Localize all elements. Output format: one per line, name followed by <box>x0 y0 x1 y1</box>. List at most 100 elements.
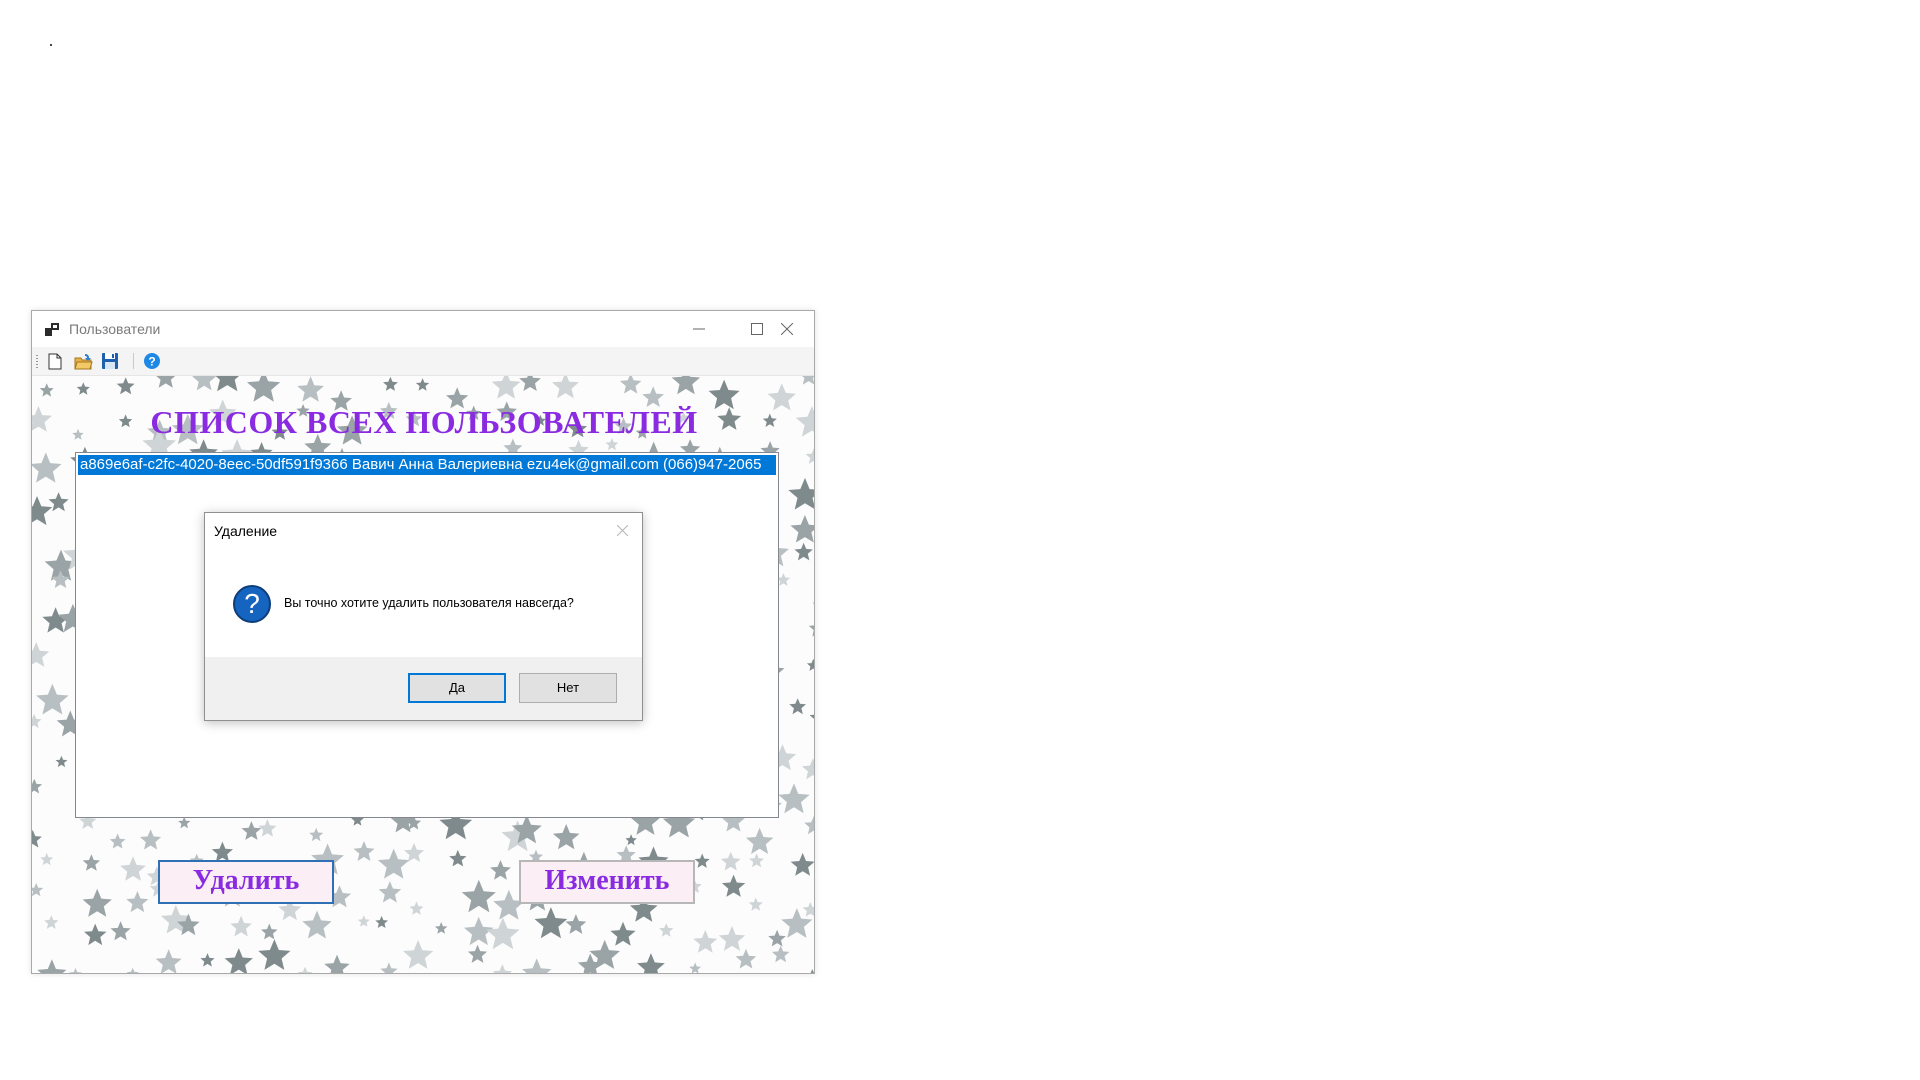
star-decoration <box>552 824 580 850</box>
star-decoration <box>403 940 434 969</box>
star-decoration <box>247 376 281 402</box>
star-decoration <box>552 376 579 399</box>
star-decoration <box>32 496 53 526</box>
star-decoration <box>302 910 332 939</box>
star-decoration <box>378 881 402 903</box>
toolbar-separator <box>133 353 134 369</box>
save-icon <box>102 353 118 369</box>
star-decoration <box>37 959 67 973</box>
star-decoration <box>808 625 814 637</box>
page-title: СПИСОК ВСЕХ ПОЛЬЗОВАТЕЛЕЙ <box>150 404 698 440</box>
star-decoration <box>309 827 324 842</box>
star-decoration <box>260 923 278 940</box>
star-decoration <box>224 948 253 973</box>
star-decoration <box>745 827 774 854</box>
star-decoration <box>32 452 62 483</box>
window-title: Пользователи <box>69 321 161 337</box>
star-decoration <box>812 602 814 604</box>
dialog-message: Вы точно хотите удалить пользователя нав… <box>284 596 574 610</box>
star-decoration <box>126 891 149 913</box>
star-decoration <box>297 966 313 973</box>
star-decoration <box>522 958 552 973</box>
star-decoration <box>534 907 568 939</box>
star-decoration <box>805 448 814 464</box>
stray-dot <box>50 44 52 46</box>
star-decoration <box>735 948 757 969</box>
star-decoration <box>48 492 69 512</box>
save-button[interactable] <box>100 351 120 371</box>
help-icon: ? <box>144 353 160 369</box>
star-decoration <box>82 888 112 917</box>
svg-text:?: ? <box>148 355 155 369</box>
star-decoration <box>404 843 424 862</box>
toolbar: ? <box>32 347 814 376</box>
star-decoration <box>790 852 814 876</box>
star-decoration <box>610 921 636 946</box>
star-decoration <box>230 915 252 937</box>
title-bar: Пользователи <box>32 311 814 347</box>
star-decoration <box>809 714 814 729</box>
star-decoration <box>32 778 43 794</box>
star-decoration <box>178 816 191 829</box>
toolbar-grip[interactable] <box>36 355 38 369</box>
star-decoration <box>637 953 665 973</box>
star-decoration <box>490 860 511 880</box>
delete-dialog: Удаление ? Вы точно хотите удалить польз… <box>204 512 643 721</box>
help-button[interactable]: ? <box>142 351 162 371</box>
dialog-footer: Да Нет <box>205 657 642 720</box>
star-decoration <box>449 849 467 867</box>
star-decoration <box>258 819 277 837</box>
star-decoration <box>44 915 59 929</box>
star-decoration <box>156 376 176 388</box>
close-button[interactable] <box>758 311 816 347</box>
star-decoration <box>383 376 398 391</box>
star-decoration <box>778 783 810 814</box>
dialog-title: Удаление <box>214 523 278 539</box>
star-decoration <box>434 922 448 934</box>
star-decoration <box>519 376 541 391</box>
star-decoration <box>790 515 814 543</box>
star-decoration <box>804 815 814 835</box>
close-icon <box>781 323 793 335</box>
star-decoration <box>415 378 430 391</box>
star-decoration <box>357 915 370 927</box>
no-button[interactable]: Нет <box>519 673 617 703</box>
star-decoration <box>802 376 814 385</box>
star-decoration <box>694 853 710 868</box>
star-decoration <box>788 477 814 510</box>
star-decoration <box>69 967 82 973</box>
star-decoration <box>120 856 146 881</box>
star-decoration <box>718 925 746 951</box>
minimize-button[interactable] <box>670 311 728 347</box>
star-decoration <box>32 642 50 667</box>
new-file-icon <box>48 353 62 369</box>
star-decoration <box>467 944 488 963</box>
star-decoration <box>155 949 182 973</box>
star-decoration <box>794 542 813 561</box>
star-decoration <box>749 853 764 868</box>
star-decoration <box>211 841 233 862</box>
star-decoration <box>771 945 790 963</box>
star-decoration <box>84 923 107 946</box>
star-decoration <box>109 833 126 849</box>
star-decoration <box>461 879 496 913</box>
star-decoration <box>565 914 587 934</box>
new-file-button[interactable] <box>45 351 65 371</box>
star-decoration <box>241 821 262 840</box>
star-decoration <box>619 376 642 394</box>
delete-button[interactable]: Удалить <box>158 860 334 904</box>
star-decoration <box>806 658 814 671</box>
yes-button[interactable]: Да <box>408 673 506 703</box>
star-decoration <box>32 882 44 897</box>
dialog-close-button[interactable] <box>608 519 636 541</box>
open-button[interactable] <box>73 351 93 371</box>
edit-button[interactable]: Изменить <box>519 860 695 904</box>
star-decoration <box>491 376 521 399</box>
star-decoration <box>409 901 424 915</box>
star-decoration <box>32 829 42 848</box>
star-decoration <box>659 923 674 937</box>
list-item[interactable]: a869e6af-c2fc-4020-8eec-50df591f9366 Вав… <box>78 455 776 475</box>
star-decoration <box>36 683 69 715</box>
star-decoration <box>492 964 512 973</box>
star-decoration <box>486 917 520 950</box>
